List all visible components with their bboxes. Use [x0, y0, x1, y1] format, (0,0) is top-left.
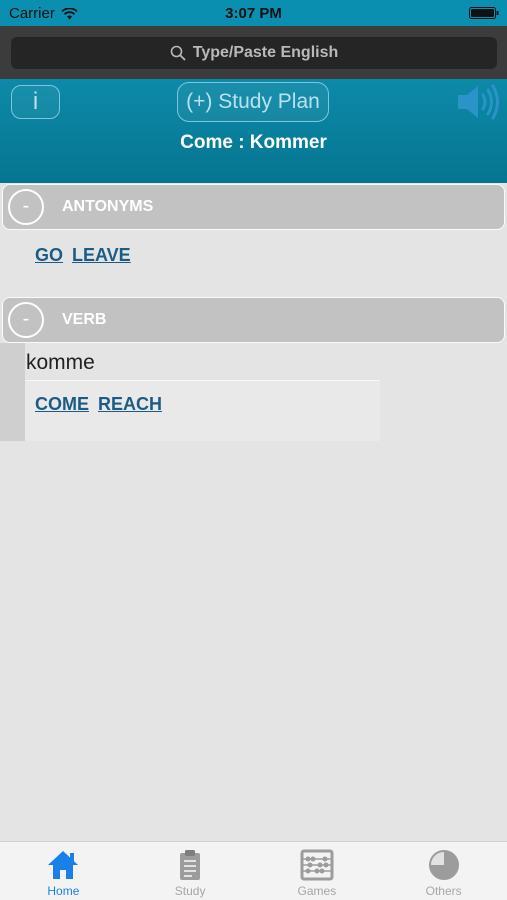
home-icon: [48, 851, 79, 879]
study-plan-button[interactable]: (+) Study Plan: [177, 82, 329, 122]
abacus-icon: [300, 849, 334, 881]
search-icon: [170, 45, 186, 61]
clipboard-icon: [180, 850, 201, 880]
verb-side-bar: [0, 343, 25, 441]
speaker-icon[interactable]: [456, 83, 500, 121]
antonym-link-leave[interactable]: LEAVE: [72, 245, 131, 266]
verb-title: VERB: [62, 311, 107, 328]
collapse-toggle[interactable]: -: [8, 302, 44, 338]
verb-link-reach[interactable]: REACH: [98, 394, 162, 415]
tab-bar: Home Study Games Others: [0, 841, 507, 900]
antonyms-section-header[interactable]: - ANTONYMS: [2, 184, 505, 230]
word-header: i (+) Study Plan Come : Kommer: [0, 79, 507, 183]
tab-home-label: Home: [47, 884, 80, 898]
pie-chart-icon: [428, 850, 459, 880]
search-input[interactable]: Type/Paste English: [11, 37, 497, 69]
antonyms-links: GO LEAVE: [35, 245, 131, 266]
antonyms-title: ANTONYMS: [62, 198, 154, 215]
antonym-link-go[interactable]: GO: [35, 245, 63, 266]
status-bar: Carrier 3:07 PM: [0, 0, 507, 26]
tab-games[interactable]: Games: [254, 842, 381, 900]
search-placeholder: Type/Paste English: [192, 44, 339, 61]
tab-games-label: Games: [297, 884, 337, 898]
verb-links: COME REACH: [35, 394, 162, 415]
tab-home[interactable]: Home: [0, 842, 127, 900]
tab-study-label: Study: [174, 884, 206, 898]
verb-divider: [25, 380, 380, 381]
tab-others-label: Others: [425, 884, 462, 898]
collapse-toggle[interactable]: -: [8, 189, 44, 225]
info-button[interactable]: i: [11, 85, 60, 119]
verb-translation: komme: [26, 351, 95, 374]
verb-link-come[interactable]: COME: [35, 394, 89, 415]
word-title: Come : Kommer: [180, 132, 327, 153]
search-area: Type/Paste English: [0, 26, 507, 79]
tab-study[interactable]: Study: [127, 842, 254, 900]
battery-icon: [469, 7, 499, 19]
status-time: 3:07 PM: [225, 5, 282, 22]
verb-section-header[interactable]: - VERB: [2, 297, 505, 343]
tab-others[interactable]: Others: [380, 842, 507, 900]
